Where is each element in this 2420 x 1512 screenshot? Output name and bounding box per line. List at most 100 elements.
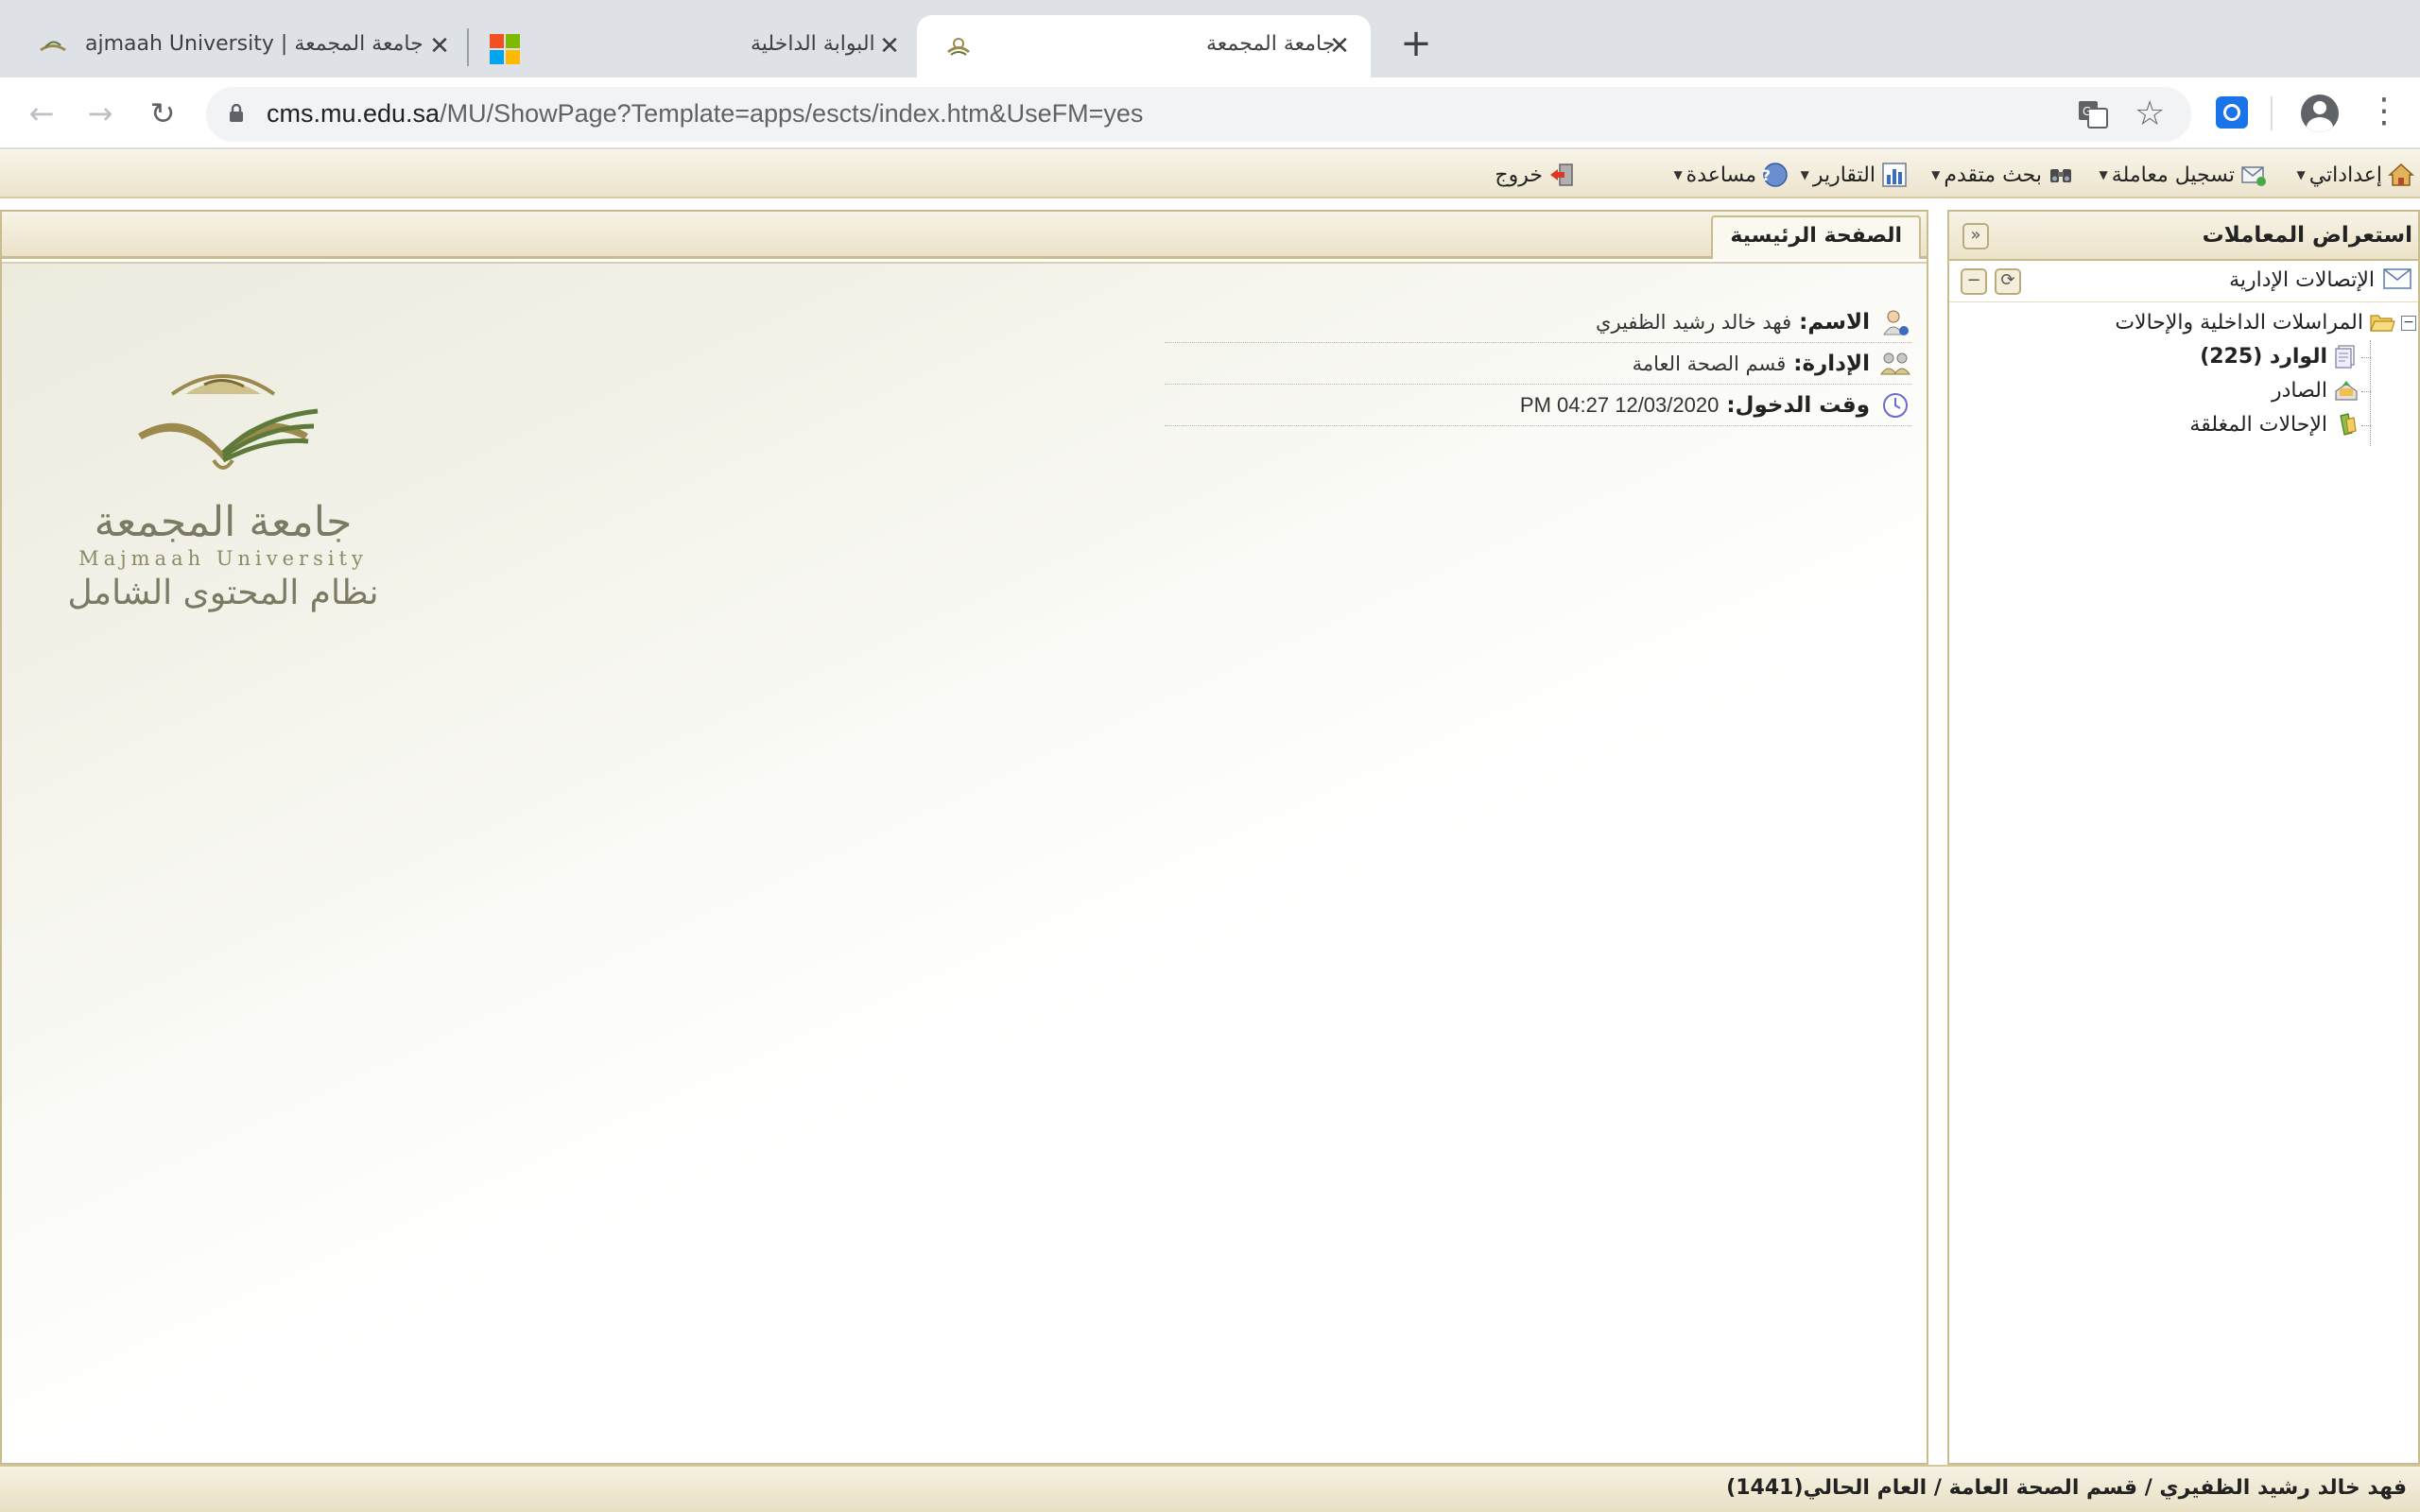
browser-menu-icon[interactable]: ⋮: [2367, 91, 2401, 132]
dropdown-arrow-icon: ▼: [1800, 168, 1809, 181]
group-icon: [1880, 352, 1910, 374]
section-label: الإتصالات الإدارية: [2229, 268, 2375, 292]
login-time-value: 12/03/2020 04:27 PM: [1519, 392, 1720, 417]
user-icon: [1883, 310, 1909, 335]
close-tab-icon[interactable]: ✕: [425, 32, 454, 60]
browser-toolbar: ← → ↻ cms.mu.edu.sa/MU/ShowPage?Template…: [0, 77, 2420, 149]
university-favicon-icon: [40, 41, 66, 51]
tree-node-inbox[interactable]: الوارد (225): [2200, 344, 2360, 369]
tree-node-label: الوارد (225): [2200, 344, 2327, 369]
tree-node-outbox[interactable]: الصادر: [2272, 378, 2360, 403]
tab-title: جامعة المجمعة: [1206, 32, 1336, 56]
department-row: الإدارة: قسم الصحة العامة: [1165, 343, 1911, 385]
user-info: الاسم: فهد خالد رشيد الظفيري الإدارة: قس…: [1165, 301, 1911, 426]
lock-icon: [230, 104, 243, 122]
login-time-label: وقت الدخول:: [1726, 392, 1870, 418]
tree-connector: [2370, 340, 2371, 446]
bookmark-star-icon[interactable]: ☆: [2135, 94, 2165, 133]
svg-text:G: G: [2083, 105, 2091, 118]
logo-system-name: نظام المحتوى الشامل: [67, 574, 379, 612]
url-text[interactable]: cms.mu.edu.sa/MU/ShowPage?Template=apps/…: [267, 99, 1143, 129]
menu-label: تسجيل معاملة: [2111, 163, 2235, 187]
dropdown-arrow-icon: ▼: [2296, 168, 2306, 181]
section-header: الإتصالات الإدارية ⟳ −: [1949, 261, 2418, 302]
department-label: الإدارة:: [1793, 351, 1870, 376]
menu-register-transaction[interactable]: تسجيل معاملة ▼: [2100, 159, 2267, 191]
dropdown-arrow-icon: ▼: [1931, 168, 1941, 181]
home-icon: [2388, 163, 2414, 186]
menu-label: التقارير: [1812, 163, 1876, 187]
browser-tabstrip: ajmaah University | جامعة المجمعة ✕ البو…: [0, 0, 2420, 77]
sidepanel-title: استعراض المعاملات: [2202, 223, 2412, 248]
envelope-add-icon: [2241, 166, 2266, 186]
toolbar-divider: [2271, 96, 2273, 130]
browser-tab-majmaah[interactable]: ajmaah University | جامعة المجمعة ✕: [9, 15, 463, 77]
outbox-icon: [2335, 381, 2358, 401]
exit-icon: [1550, 163, 1573, 186]
main-body: الاسم: فهد خالد رشيد الظفيري الإدارة: قس…: [2, 262, 1927, 1463]
tree-node-label: المراسلات الداخلية والإحالات: [2115, 310, 2363, 335]
transactions-sidepanel: استعراض المعاملات » الإتصالات الإدارية ⟳…: [1947, 210, 2420, 1465]
tab-title: ajmaah University | جامعة المجمعة: [85, 32, 424, 56]
main-content-panel: الصفحة الرئيسية الاسم: فهد خالد رشيد الظ…: [0, 210, 1928, 1465]
back-arrow-icon[interactable]: ←: [23, 94, 60, 132]
closed-referrals-icon: [2340, 413, 2357, 436]
app-menu-bar: إعداداتي ▼ تسجيل معاملة ▼ بحث متقدم ▼ ال…: [0, 149, 2420, 198]
menu-my-settings[interactable]: إعداداتي ▼: [2296, 159, 2414, 191]
department-value: قسم الصحة العامة: [1632, 352, 1787, 375]
login-time-row: وقت الدخول: 12/03/2020 04:27 PM: [1165, 385, 1911, 426]
bar-chart-icon: [1882, 163, 1907, 187]
dropdown-arrow-icon: ▼: [1673, 168, 1683, 181]
menu-label: خروج: [1495, 163, 1543, 187]
collapse-panel-icon[interactable]: »: [1962, 223, 1989, 249]
user-name-row: الاسم: فهد خالد رشيد الظفيري: [1165, 301, 1911, 343]
sidepanel-header: استعراض المعاملات »: [1949, 212, 2418, 261]
extension-icon[interactable]: [2216, 96, 2248, 129]
tab-home-page[interactable]: الصفحة الرئيسية: [1711, 215, 1921, 259]
address-bar[interactable]: cms.mu.edu.sa/MU/ShowPage?Template=apps/…: [206, 87, 2191, 142]
tab-divider: [467, 28, 469, 66]
open-folder-icon: [2370, 315, 2395, 332]
menu-reports[interactable]: التقارير ▼: [1801, 159, 1908, 191]
name-value: فهد خالد رشيد الظفيري: [1596, 310, 1792, 334]
menu-label: إعداداتي: [2308, 163, 2382, 187]
status-bar: فهد خالد رشيد الظفيري / قسم الصحة العامة…: [0, 1465, 2420, 1512]
status-text: فهد خالد رشيد الظفيري / قسم الصحة العامة…: [1726, 1476, 2407, 1500]
tree-node-label: الإحالات المغلقة: [2189, 412, 2327, 437]
tree-node-internal-correspondence[interactable]: المراسلات الداخلية والإحالات: [2115, 310, 2395, 335]
menu-label: مساعدة: [1685, 163, 1756, 187]
open-book-emblem-icon: [138, 374, 319, 470]
dropdown-arrow-icon: ▼: [2099, 168, 2108, 181]
inbox-icon: [2335, 345, 2355, 369]
name-label: الاسم:: [1799, 309, 1870, 335]
forward-arrow-icon[interactable]: →: [81, 94, 119, 132]
logo-arabic-name: جامعة المجمعة: [94, 498, 353, 546]
close-tab-icon[interactable]: ✕: [1325, 32, 1354, 60]
reload-icon[interactable]: ↻: [144, 94, 182, 132]
binoculars-icon: [2050, 169, 2071, 182]
help-icon: ?: [1762, 163, 1788, 187]
logo-english-name: Majmaah University: [78, 547, 368, 570]
svg-text:?: ?: [1762, 166, 1771, 184]
close-tab-icon[interactable]: ✕: [875, 32, 904, 60]
tab-title: البوابة الداخلية: [751, 32, 875, 56]
university-logo: جامعة المجمعة Majmaah University نظام ال…: [53, 358, 393, 612]
new-tab-button[interactable]: +: [1397, 25, 1435, 62]
refresh-icon[interactable]: ⟳: [1995, 268, 2021, 295]
clock-icon: [1883, 392, 1908, 418]
translate-icon[interactable]: G: [2078, 100, 2108, 129]
browser-tab-portal[interactable]: البوابة الداخلية ✕: [473, 15, 917, 77]
tree-connector: [2361, 357, 2371, 358]
microsoft-logo-icon: [490, 34, 520, 64]
tree-node-label: الصادر: [2271, 378, 2327, 403]
menu-advanced-search[interactable]: بحث متقدم ▼: [1931, 159, 2074, 191]
browser-tab-active[interactable]: جامعة المجمعة ✕: [917, 15, 1371, 77]
collapse-all-icon[interactable]: −: [1961, 268, 1987, 295]
main-tabbar: الصفحة الرئيسية: [2, 212, 1927, 259]
tree-collapse-toggle-icon[interactable]: −: [2401, 316, 2416, 331]
profile-avatar-icon[interactable]: [2301, 94, 2339, 132]
tree-node-closed-referrals[interactable]: الإحالات المغلقة: [2189, 412, 2360, 437]
menu-exit[interactable]: خروج: [1495, 159, 1575, 191]
menu-help[interactable]: ? مساعدة ▼: [1673, 159, 1789, 191]
menu-label: بحث متقدم: [1944, 163, 2042, 187]
